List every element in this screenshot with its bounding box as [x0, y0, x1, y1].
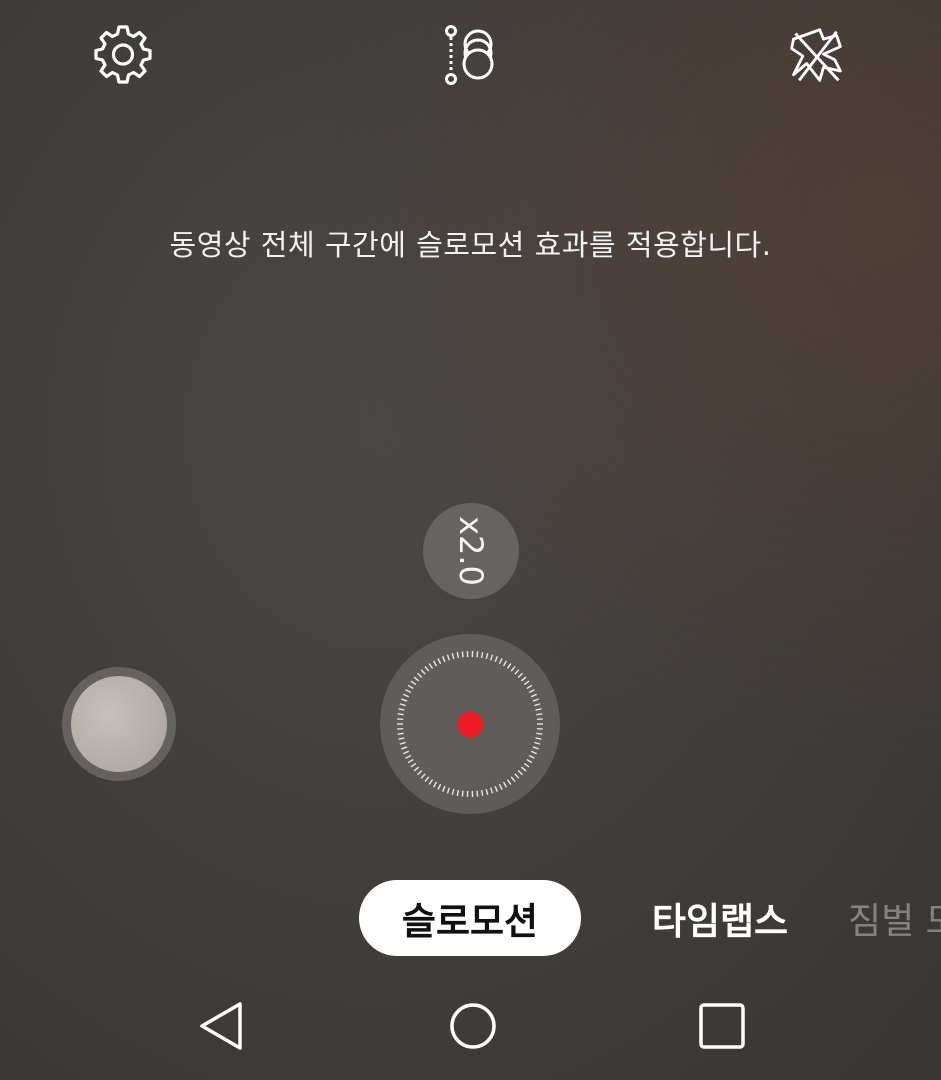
- record-dial: [393, 647, 547, 801]
- back-triangle-icon: [200, 1002, 242, 1050]
- multi-shot-button[interactable]: [440, 24, 500, 88]
- sound-off-button[interactable]: [786, 24, 846, 88]
- nav-recent-button[interactable]: [692, 996, 752, 1056]
- dial-tick: [461, 651, 464, 658]
- multi-shot-icon: [445, 25, 494, 85]
- zoom-label: x2.0: [451, 516, 490, 586]
- dial-tick: [476, 790, 479, 797]
- dial-tick: [476, 651, 479, 658]
- mode-gimbal[interactable]: 짐벌 모: [848, 880, 941, 956]
- dial-tick: [536, 732, 543, 735]
- dial-tick: [536, 713, 543, 716]
- zoom-button[interactable]: x2.0: [423, 503, 519, 599]
- nav-home-button[interactable]: [443, 996, 503, 1056]
- dial-tick: [397, 713, 404, 716]
- slow-motion-hint: 동영상 전체 구간에 슬로모션 효과를 적용합니다.: [169, 228, 772, 262]
- dial-tick: [397, 732, 404, 735]
- dial-tick: [461, 790, 464, 797]
- recent-square-icon: [699, 1003, 745, 1049]
- gallery-thumbnail[interactable]: [62, 667, 176, 781]
- gear-icon: [94, 25, 152, 84]
- sound-off-icon: [790, 28, 842, 82]
- gallery-preview-image: [71, 676, 167, 772]
- record-dot-icon: [457, 711, 483, 737]
- home-circle-icon: [450, 1003, 496, 1049]
- record-button[interactable]: [380, 634, 560, 814]
- mode-timelapse[interactable]: 타임랩스: [640, 880, 800, 956]
- settings-button[interactable]: [93, 24, 153, 88]
- nav-back-button[interactable]: [192, 996, 252, 1056]
- mode-slow-motion[interactable]: 슬로모션: [359, 880, 581, 956]
